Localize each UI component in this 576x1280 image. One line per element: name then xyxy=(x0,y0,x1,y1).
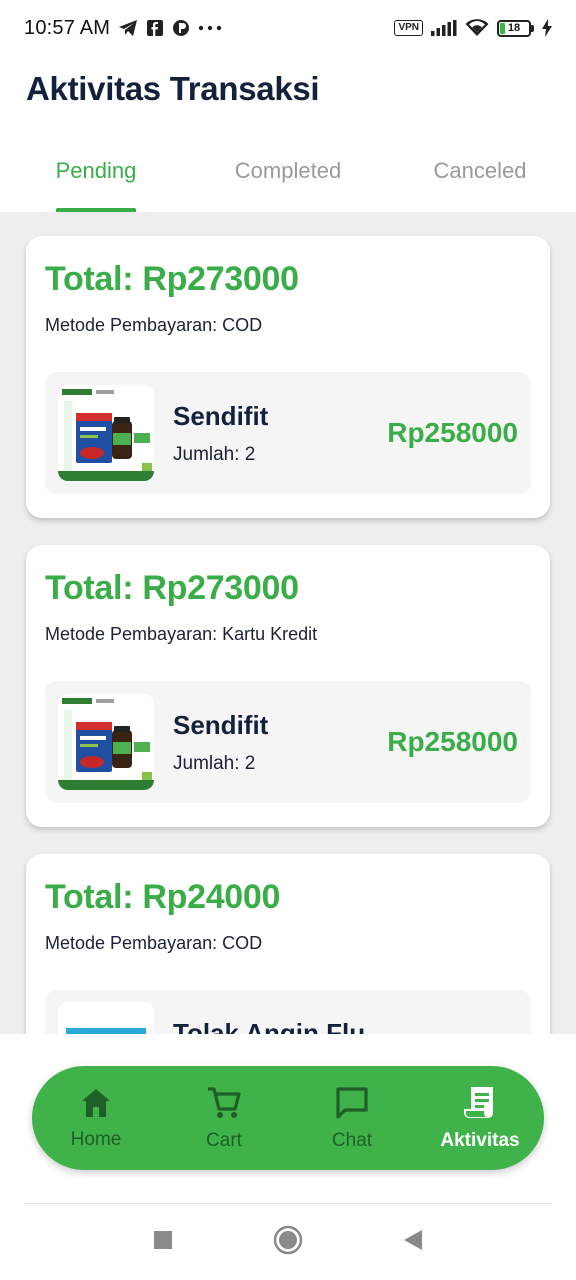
facebook-icon xyxy=(146,19,164,37)
nav-chat[interactable]: Chat xyxy=(288,1085,416,1152)
transaction-list[interactable]: Total: Rp273000 Metode Pembayaran: COD S… xyxy=(0,212,576,1034)
transaction-total: Total: Rp273000 xyxy=(45,260,299,298)
tab-label: Canceled xyxy=(433,158,527,183)
order-item[interactable]: Tolak Angin Flu xyxy=(45,990,531,1034)
item-name: Tolak Angin Flu xyxy=(173,1018,366,1034)
battery-icon: 18 xyxy=(497,19,534,37)
home-icon xyxy=(79,1086,113,1125)
vpn-badge: VPN xyxy=(394,20,423,36)
item-info: Tolak Angin Flu xyxy=(173,1002,518,1034)
payment-method: Metode Pembayaran: COD xyxy=(45,315,263,335)
nav-label: Cart xyxy=(206,1129,242,1151)
status-left: 10:57 AM xyxy=(24,17,222,40)
nav-aktivitas[interactable]: Aktivitas xyxy=(416,1085,544,1152)
nav-cart[interactable]: Cart xyxy=(160,1085,288,1152)
status-right: VPN 18 xyxy=(394,19,552,37)
order-item[interactable]: Sendifit Jumlah: 2 Rp258000 xyxy=(45,372,531,494)
transaction-card[interactable]: Total: Rp273000 Metode Pembayaran: COD S… xyxy=(26,236,550,518)
nav-label: Aktivitas xyxy=(440,1129,520,1151)
more-dots-icon xyxy=(198,25,222,31)
battery-text: 18 xyxy=(507,21,521,34)
item-quantity: Jumlah: 2 xyxy=(173,752,256,774)
item-name: Sendifit xyxy=(173,709,269,740)
status-time: 10:57 AM xyxy=(24,16,111,39)
tab-bar: Pending Completed Canceled xyxy=(0,140,576,212)
bottom-nav: Home Cart Chat Aktivitas xyxy=(32,1066,544,1170)
receipt-icon xyxy=(462,1085,498,1126)
nav-home[interactable]: Home xyxy=(32,1086,160,1151)
charging-icon xyxy=(542,19,552,37)
cart-icon xyxy=(206,1085,242,1126)
bottom-nav-area: Home Cart Chat Aktivitas xyxy=(0,1034,576,1204)
transaction-total: Total: Rp273000 xyxy=(45,569,299,607)
tab-label: Completed xyxy=(234,158,342,183)
item-name: Sendifit xyxy=(173,400,269,431)
payment-method: Metode Pembayaran: COD xyxy=(45,933,263,953)
nav-label: Home xyxy=(70,1128,122,1150)
back-button[interactable] xyxy=(403,1229,423,1256)
status-bar: 10:57 AM VPN 18 xyxy=(0,0,576,56)
app-icon xyxy=(172,19,190,37)
product-image xyxy=(58,694,154,790)
home-button[interactable] xyxy=(273,1225,303,1260)
nav-label: Chat xyxy=(331,1129,373,1151)
item-price: Rp258000 xyxy=(387,417,518,448)
product-image xyxy=(58,385,154,481)
tab-pending[interactable]: Pending xyxy=(0,140,192,212)
chat-icon xyxy=(334,1085,370,1126)
tab-completed[interactable]: Completed xyxy=(192,140,384,212)
order-item[interactable]: Sendifit Jumlah: 2 Rp258000 xyxy=(45,681,531,803)
signal-icon xyxy=(431,20,457,36)
tab-label: Pending xyxy=(55,158,137,183)
telegram-icon xyxy=(118,19,138,37)
wifi-icon xyxy=(465,19,489,37)
page-title: Aktivitas Transaksi xyxy=(26,70,320,107)
system-nav-bar xyxy=(0,1204,576,1280)
product-image xyxy=(58,1002,154,1034)
recents-button[interactable] xyxy=(153,1230,173,1255)
item-info: Sendifit Jumlah: 2 xyxy=(173,401,387,466)
transaction-card[interactable]: Total: Rp273000 Metode Pembayaran: Kartu… xyxy=(26,545,550,827)
payment-method: Metode Pembayaran: Kartu Kredit xyxy=(45,624,318,644)
item-quantity: Jumlah: 2 xyxy=(173,443,256,465)
tab-canceled[interactable]: Canceled xyxy=(384,140,576,212)
item-info: Sendifit Jumlah: 2 xyxy=(173,710,387,775)
transaction-card[interactable]: Total: Rp24000 Metode Pembayaran: COD To… xyxy=(26,854,550,1034)
item-price: Rp258000 xyxy=(387,726,518,757)
transaction-total: Total: Rp24000 xyxy=(45,878,281,916)
